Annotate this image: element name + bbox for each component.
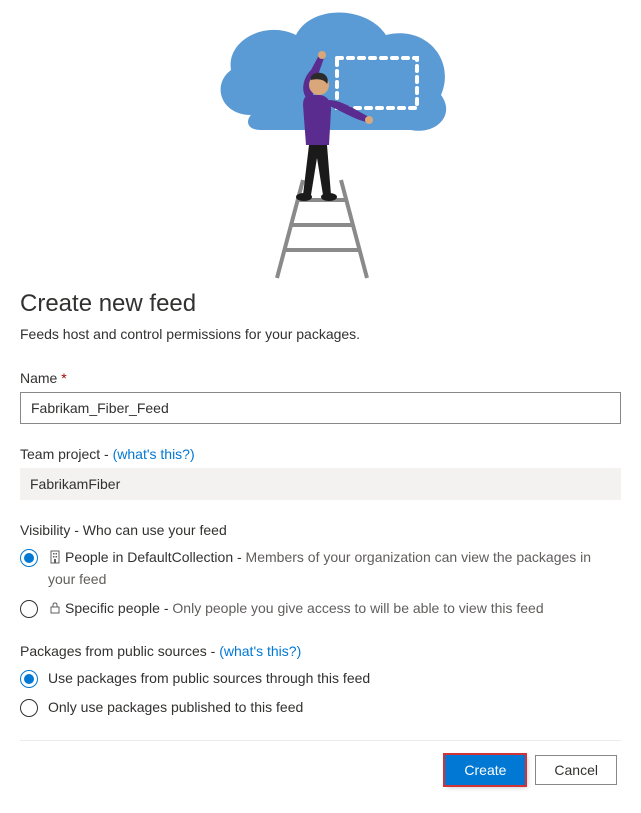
public-sources-option-only[interactable]: Only use packages published to this feed	[20, 698, 621, 718]
radio-input[interactable]	[20, 699, 38, 717]
cloud-illustration	[0, 0, 641, 290]
create-button[interactable]: Create	[445, 755, 525, 785]
visibility-option-specific[interactable]: Specific people - Only people you give a…	[20, 599, 621, 621]
public-sources-option-use[interactable]: Use packages from public sources through…	[20, 669, 621, 689]
divider	[20, 740, 621, 741]
page-title: Create new feed	[20, 290, 621, 318]
radio-input[interactable]	[20, 670, 38, 688]
visibility-label: Visibility - Who can use your feed	[20, 522, 621, 538]
radio-input[interactable]	[20, 600, 38, 618]
team-project-label: Team project - (what's this?)	[20, 446, 621, 462]
public-sources-whats-this-link[interactable]: (what's this?)	[219, 643, 301, 659]
radio-input[interactable]	[20, 549, 38, 567]
team-project-whats-this-link[interactable]: (what's this?)	[113, 446, 195, 462]
visibility-option-org[interactable]: People in DefaultCollection - Members of…	[20, 548, 621, 589]
org-icon	[48, 550, 62, 570]
lock-icon	[48, 601, 62, 621]
public-sources-label: Packages from public sources - (what's t…	[20, 643, 621, 659]
page-subtitle: Feeds host and control permissions for y…	[20, 326, 621, 342]
cancel-button[interactable]: Cancel	[535, 755, 617, 785]
name-label: Name *	[20, 370, 621, 386]
team-project-value: FabrikamFiber	[20, 468, 621, 500]
name-input[interactable]	[20, 392, 621, 424]
